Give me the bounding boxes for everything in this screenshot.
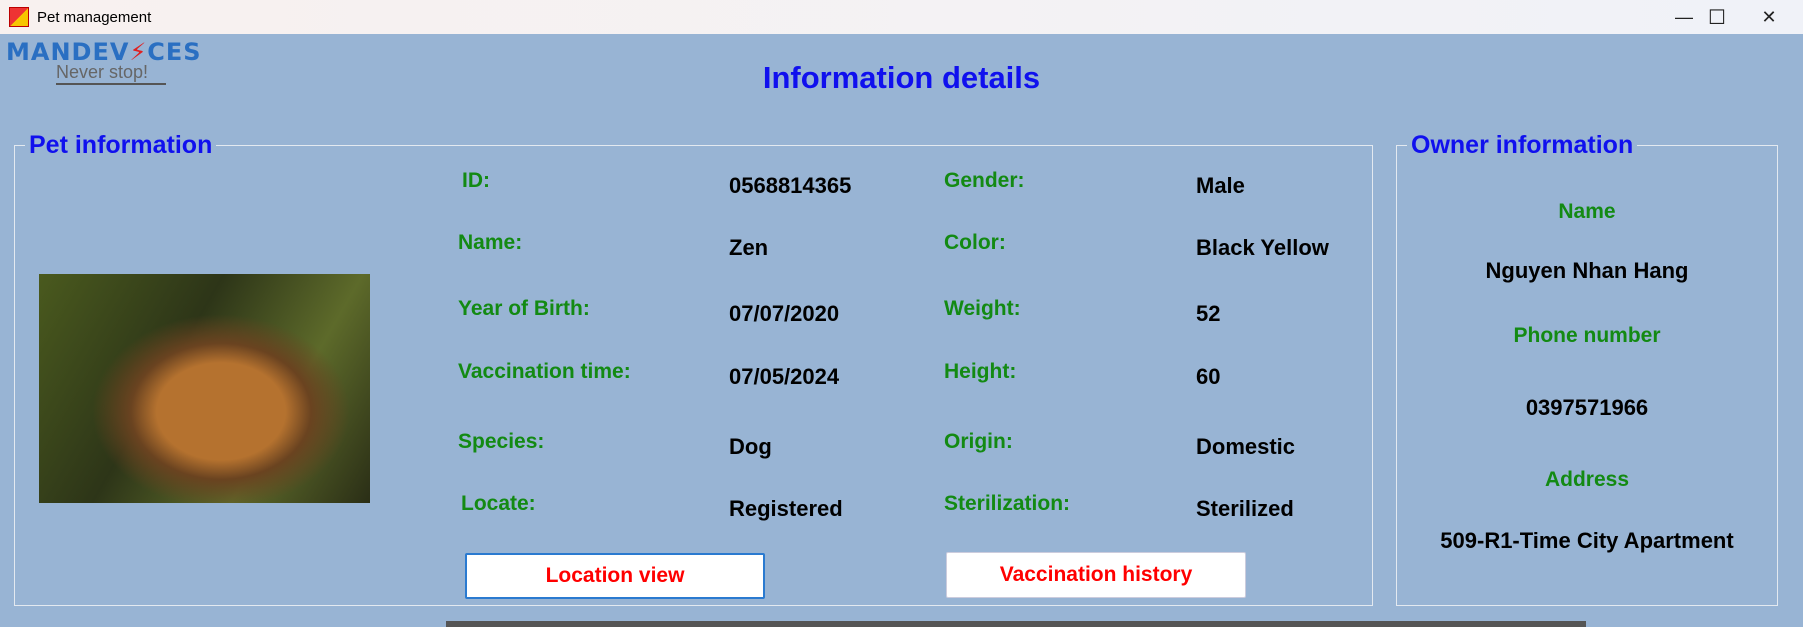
field-label: Vaccination time: bbox=[458, 360, 631, 383]
field-label: Locate: bbox=[461, 492, 536, 515]
field-label: Name: bbox=[458, 231, 523, 254]
field-value: Registered bbox=[729, 496, 843, 521]
field-label: Color: bbox=[944, 231, 1006, 254]
app-icon bbox=[9, 7, 29, 27]
owner-name: Nguyen Nhan Hang bbox=[1485, 258, 1689, 283]
field-value: 07/05/2024 bbox=[729, 364, 840, 389]
field-value: Dog bbox=[729, 434, 772, 459]
field-label: Year of Birth: bbox=[458, 297, 590, 320]
field-label: Gender: bbox=[944, 169, 1025, 192]
location-view-button[interactable]: Location view bbox=[465, 553, 765, 599]
field-value: 52 bbox=[1196, 301, 1221, 326]
field-label: ID: bbox=[462, 169, 490, 192]
page-title: Information details bbox=[762, 60, 1041, 95]
pet-information-legend: Pet information bbox=[25, 131, 217, 160]
owner-address: 509-R1-Time City Apartment bbox=[1440, 528, 1734, 553]
owner-phone: 0397571966 bbox=[1525, 395, 1649, 420]
field-label: Sterilization: bbox=[944, 492, 1071, 515]
title-bar: Pet management — ☐ ✕ bbox=[0, 0, 1803, 34]
taskbar-edge bbox=[446, 621, 1586, 627]
field-value: 0568814365 bbox=[729, 173, 852, 198]
owner-information-legend: Owner information bbox=[1407, 131, 1638, 160]
owner-address-label: Address bbox=[1544, 468, 1630, 491]
field-label: Height: bbox=[944, 360, 1017, 383]
field-value: 07/07/2020 bbox=[729, 301, 840, 326]
field-value: Male bbox=[1196, 173, 1245, 198]
owner-name-label: Name bbox=[1558, 200, 1616, 223]
field-label: Origin: bbox=[944, 430, 1013, 453]
field-value: Sterilized bbox=[1196, 496, 1294, 521]
field-label: Weight: bbox=[944, 297, 1021, 320]
window-title: Pet management bbox=[37, 8, 152, 26]
owner-phone-label: Phone number bbox=[1513, 324, 1661, 347]
field-label: Species: bbox=[458, 430, 545, 453]
field-value: Domestic bbox=[1196, 434, 1296, 459]
close-button[interactable]: ✕ bbox=[1735, 0, 1803, 34]
pet-photo bbox=[39, 274, 370, 503]
field-value: 60 bbox=[1196, 364, 1221, 389]
vaccination-history-button[interactable]: Vaccination history bbox=[946, 552, 1246, 598]
field-value: Black Yellow bbox=[1196, 235, 1329, 260]
field-value: Zen bbox=[729, 235, 769, 260]
